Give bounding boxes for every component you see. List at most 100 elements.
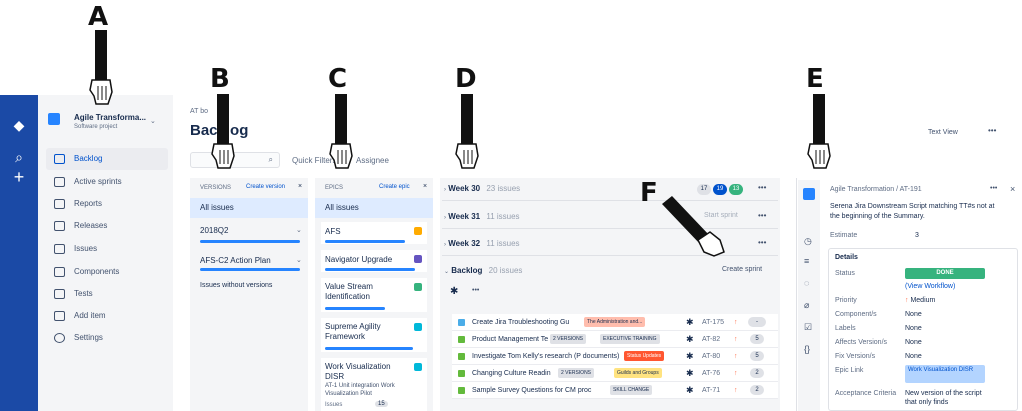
labels-value[interactable]: None: [905, 325, 922, 332]
sidebar-item-settings[interactable]: Settings: [46, 327, 168, 349]
sidebar-item-tests[interactable]: Tests: [46, 283, 168, 305]
epic-item[interactable]: Supreme Agility Framework: [321, 318, 427, 352]
epic-item[interactable]: Navigator Upgrade: [321, 250, 427, 272]
create-version-link[interactable]: Create version: [246, 184, 285, 190]
epic-link-value[interactable]: Work Visualization DISR: [905, 365, 985, 383]
versions-all-issues[interactable]: All issues: [190, 198, 308, 218]
text-view-button[interactable]: Text View: [928, 126, 982, 140]
more-actions-button[interactable]: •••: [988, 126, 996, 135]
detail-breadcrumb[interactable]: Agile Transformation / AT-191: [830, 186, 922, 193]
detail-more-button[interactable]: •••: [990, 185, 997, 192]
sprint-header-week32[interactable]: › Week 32 11 issues: [444, 239, 520, 248]
sprint-header-week31[interactable]: › Week 31 11 issues: [444, 212, 520, 221]
components-value[interactable]: None: [905, 311, 922, 318]
sprint-header-week30[interactable]: › Week 30 23 issues: [444, 184, 520, 193]
status-badge[interactable]: DONE: [905, 268, 985, 279]
sidebar-item-backlog[interactable]: Backlog: [46, 148, 168, 170]
sidebar-item-add-item[interactable]: Add item: [46, 305, 168, 327]
epics-header: EPICS: [325, 185, 344, 191]
epic-item[interactable]: AFS: [321, 222, 427, 244]
breadcrumb[interactable]: AT bo: [190, 108, 208, 115]
version-item[interactable]: 2018Q2: [200, 226, 228, 235]
details-title: Details: [835, 254, 858, 261]
estimate-label: Estimate: [830, 232, 858, 239]
epic-progress: [325, 268, 415, 271]
todo-count-badge: 17: [697, 184, 711, 195]
epic-issues-label: Issues: [325, 402, 343, 408]
version-progress: [200, 240, 300, 243]
clock-icon[interactable]: ◷: [804, 236, 812, 247]
plus-icon[interactable]: +: [9, 167, 29, 187]
priority-value[interactable]: ↑ Medium: [905, 297, 935, 304]
project-avatar: [48, 113, 60, 125]
add-item-icon: [54, 311, 65, 321]
sprint-more-button[interactable]: •••: [758, 211, 766, 220]
create-sprint-button[interactable]: Create sprint: [722, 266, 762, 273]
search-icon[interactable]: ⌕: [9, 147, 29, 167]
epics-all-issues[interactable]: All issues: [315, 198, 433, 218]
issue-row[interactable]: Investigate Tom Kelly's research (P docu…: [452, 348, 778, 365]
version-item[interactable]: AFS-C2 Action Plan: [200, 256, 271, 265]
view-workflow-link[interactable]: (View Workflow): [905, 283, 955, 290]
epic-item[interactable]: Value Stream Identification: [321, 278, 427, 312]
epic-subtext: AT-1 Unit integration Work Visualization…: [325, 383, 395, 397]
sidebar-item-reports[interactable]: Reports: [46, 193, 168, 215]
chevron-right-icon: ›: [444, 187, 446, 193]
comment-icon[interactable]: ◌: [804, 278, 809, 288]
versions-panel: VERSIONS Create version × All issues 201…: [190, 178, 308, 411]
issues-without-versions[interactable]: Issues without versions: [200, 282, 272, 289]
acceptance-criteria-value[interactable]: New version of the script that only find…: [905, 389, 985, 407]
project-sidebar: Agile Transforma... Software project ⌄ B…: [38, 95, 173, 411]
callout-label-a: A: [88, 2, 109, 32]
priority-icon: ↑: [734, 353, 738, 360]
close-icon[interactable]: ×: [298, 183, 302, 190]
callout-label-d: D: [455, 64, 477, 94]
chevron-down-icon[interactable]: ⌄: [296, 226, 302, 234]
issue-row[interactable]: Sample Survey Questions for CM proc SKIL…: [452, 382, 778, 399]
close-icon[interactable]: ×: [1010, 184, 1015, 194]
epic-item[interactable]: Work Visualization DISR AT-1 Unit integr…: [321, 358, 427, 411]
issue-summary[interactable]: Serena Jira Downstream Script matching T…: [830, 202, 1000, 222]
backlog-icon: [54, 154, 65, 164]
list-icon[interactable]: ≡: [804, 256, 809, 266]
issue-row[interactable]: Changing Culture Readin 2 VERSIONS Guild…: [452, 365, 778, 382]
sprint-header-backlog[interactable]: ⌄ Backlog 20 issues: [444, 266, 522, 275]
close-icon[interactable]: ×: [423, 183, 427, 190]
ship-icon: [54, 221, 65, 231]
issues-icon: [54, 244, 65, 254]
priority-label: Priority: [835, 297, 857, 304]
backlog-more-button[interactable]: •••: [472, 287, 479, 294]
code-icon[interactable]: {}: [804, 344, 810, 354]
epic-issues-count: 15: [375, 401, 388, 407]
sidebar-item-issues[interactable]: Issues: [46, 238, 168, 260]
epics-panel: EPICS Create epic × All issues AFS Navig…: [315, 178, 433, 411]
sprint-more-button[interactable]: •••: [758, 183, 766, 192]
story-icon: [458, 387, 465, 394]
epic-color-swatch: [414, 227, 422, 235]
chevron-down-icon[interactable]: ⌄: [150, 117, 156, 125]
checklist-icon[interactable]: ☑: [804, 322, 812, 333]
sprint-more-button[interactable]: •••: [758, 238, 766, 247]
jira-logo-icon[interactable]: ◆: [9, 115, 29, 135]
fix-version-label: Fix Version/s: [835, 353, 876, 360]
pointing-hand-icon: [662, 196, 725, 257]
issue-row[interactable]: Create Jira Troubleshooting Gu The Admin…: [452, 314, 778, 331]
affects-version-value[interactable]: None: [905, 339, 922, 346]
assignee-filter[interactable]: Assignee: [356, 156, 389, 165]
sidebar-item-components[interactable]: Components: [46, 261, 168, 283]
project-name[interactable]: Agile Transforma...: [74, 113, 146, 122]
epic-color-swatch: [414, 363, 422, 371]
issue-row[interactable]: Product Management Te 2 VERSIONS EXECUTI…: [452, 331, 778, 348]
create-epic-link[interactable]: Create epic: [379, 184, 410, 190]
chevron-right-icon: ›: [444, 242, 446, 248]
divider: [442, 255, 778, 256]
attachment-icon[interactable]: ⌀: [804, 300, 809, 311]
estimate-value[interactable]: 3: [915, 232, 919, 239]
chevron-down-icon[interactable]: ⌄: [296, 256, 302, 264]
assignee-avatar: ✱: [686, 368, 694, 378]
sidebar-item-releases[interactable]: Releases: [46, 215, 168, 237]
story-icon: [458, 353, 465, 360]
fix-version-value[interactable]: None: [905, 353, 922, 360]
sidebar-item-active-sprints[interactable]: Active sprints: [46, 171, 168, 193]
epic-progress: [325, 307, 385, 310]
